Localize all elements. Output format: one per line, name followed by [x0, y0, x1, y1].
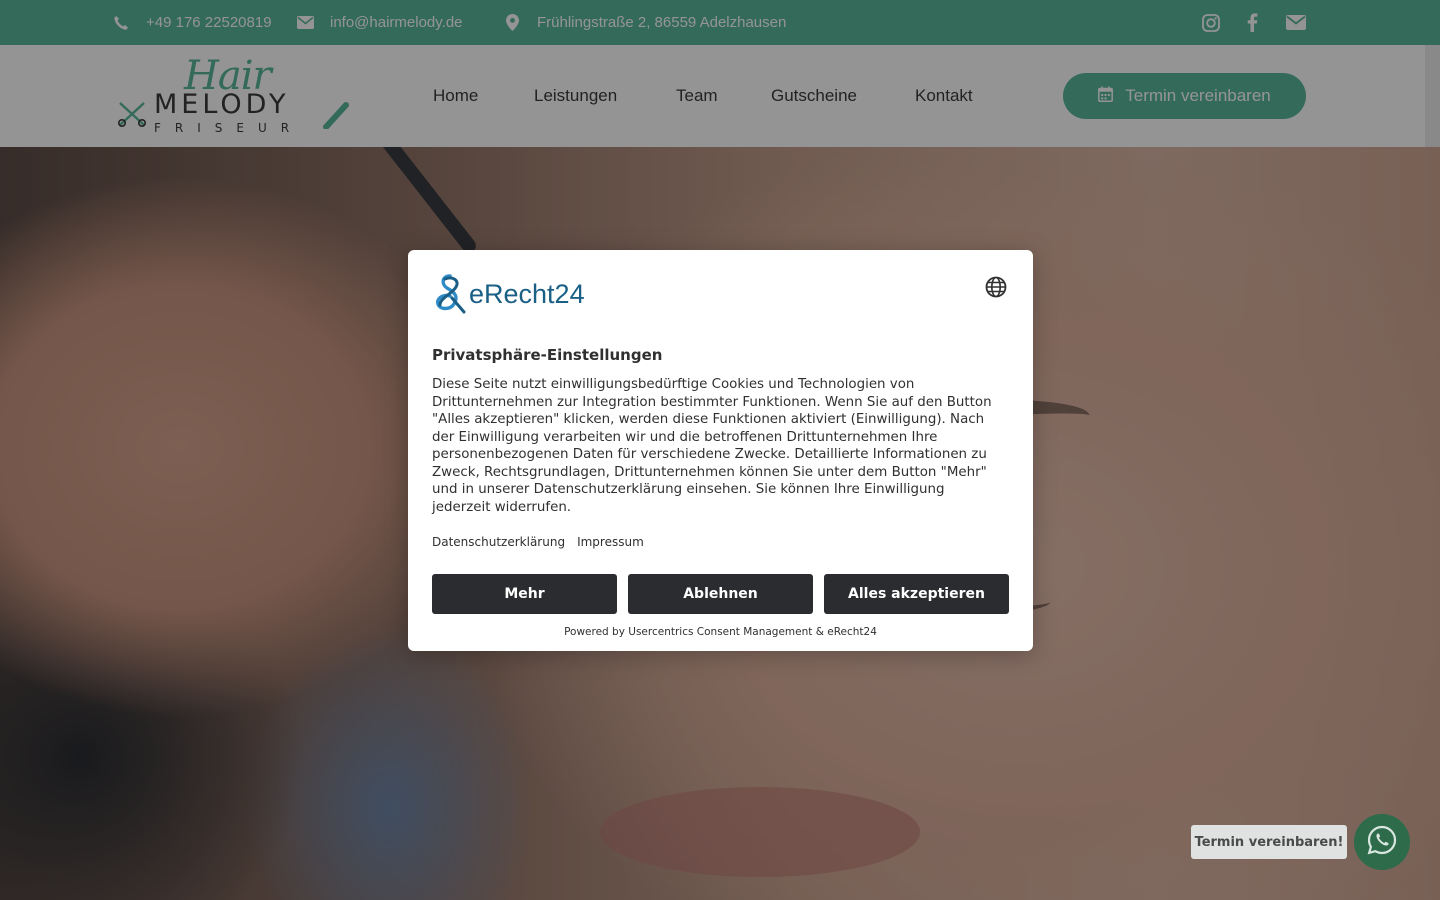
erecht24-mark-icon: [432, 274, 468, 314]
consent-dialog: eRecht24 Privatsphäre-Einstellungen Dies…: [408, 250, 1033, 651]
language-globe-icon[interactable]: [985, 276, 1007, 298]
whatsapp-button[interactable]: [1354, 814, 1410, 870]
privacy-policy-link[interactable]: Datenschutzerklärung: [432, 535, 565, 549]
erecht24-wordmark: eRecht24: [469, 278, 585, 309]
imprint-link[interactable]: Impressum: [577, 535, 644, 549]
consent-body-text: Diese Seite nutzt einwilligungsbedürftig…: [432, 377, 992, 515]
whatsapp-icon: [1366, 824, 1398, 860]
whatsapp-label[interactable]: Termin vereinbaren!: [1191, 825, 1347, 859]
powered-by-text: Powered by Usercentrics Consent Manageme…: [564, 626, 877, 638]
consent-links: Datenschutzerklärung Impressum: [432, 535, 644, 549]
accept-all-button[interactable]: Alles akzeptieren: [824, 574, 1009, 614]
erecht24-logo: eRecht24: [432, 274, 585, 314]
consent-title: Privatsphäre-Einstellungen: [432, 346, 663, 364]
more-button[interactable]: Mehr: [432, 574, 617, 614]
deny-button[interactable]: Ablehnen: [628, 574, 813, 614]
